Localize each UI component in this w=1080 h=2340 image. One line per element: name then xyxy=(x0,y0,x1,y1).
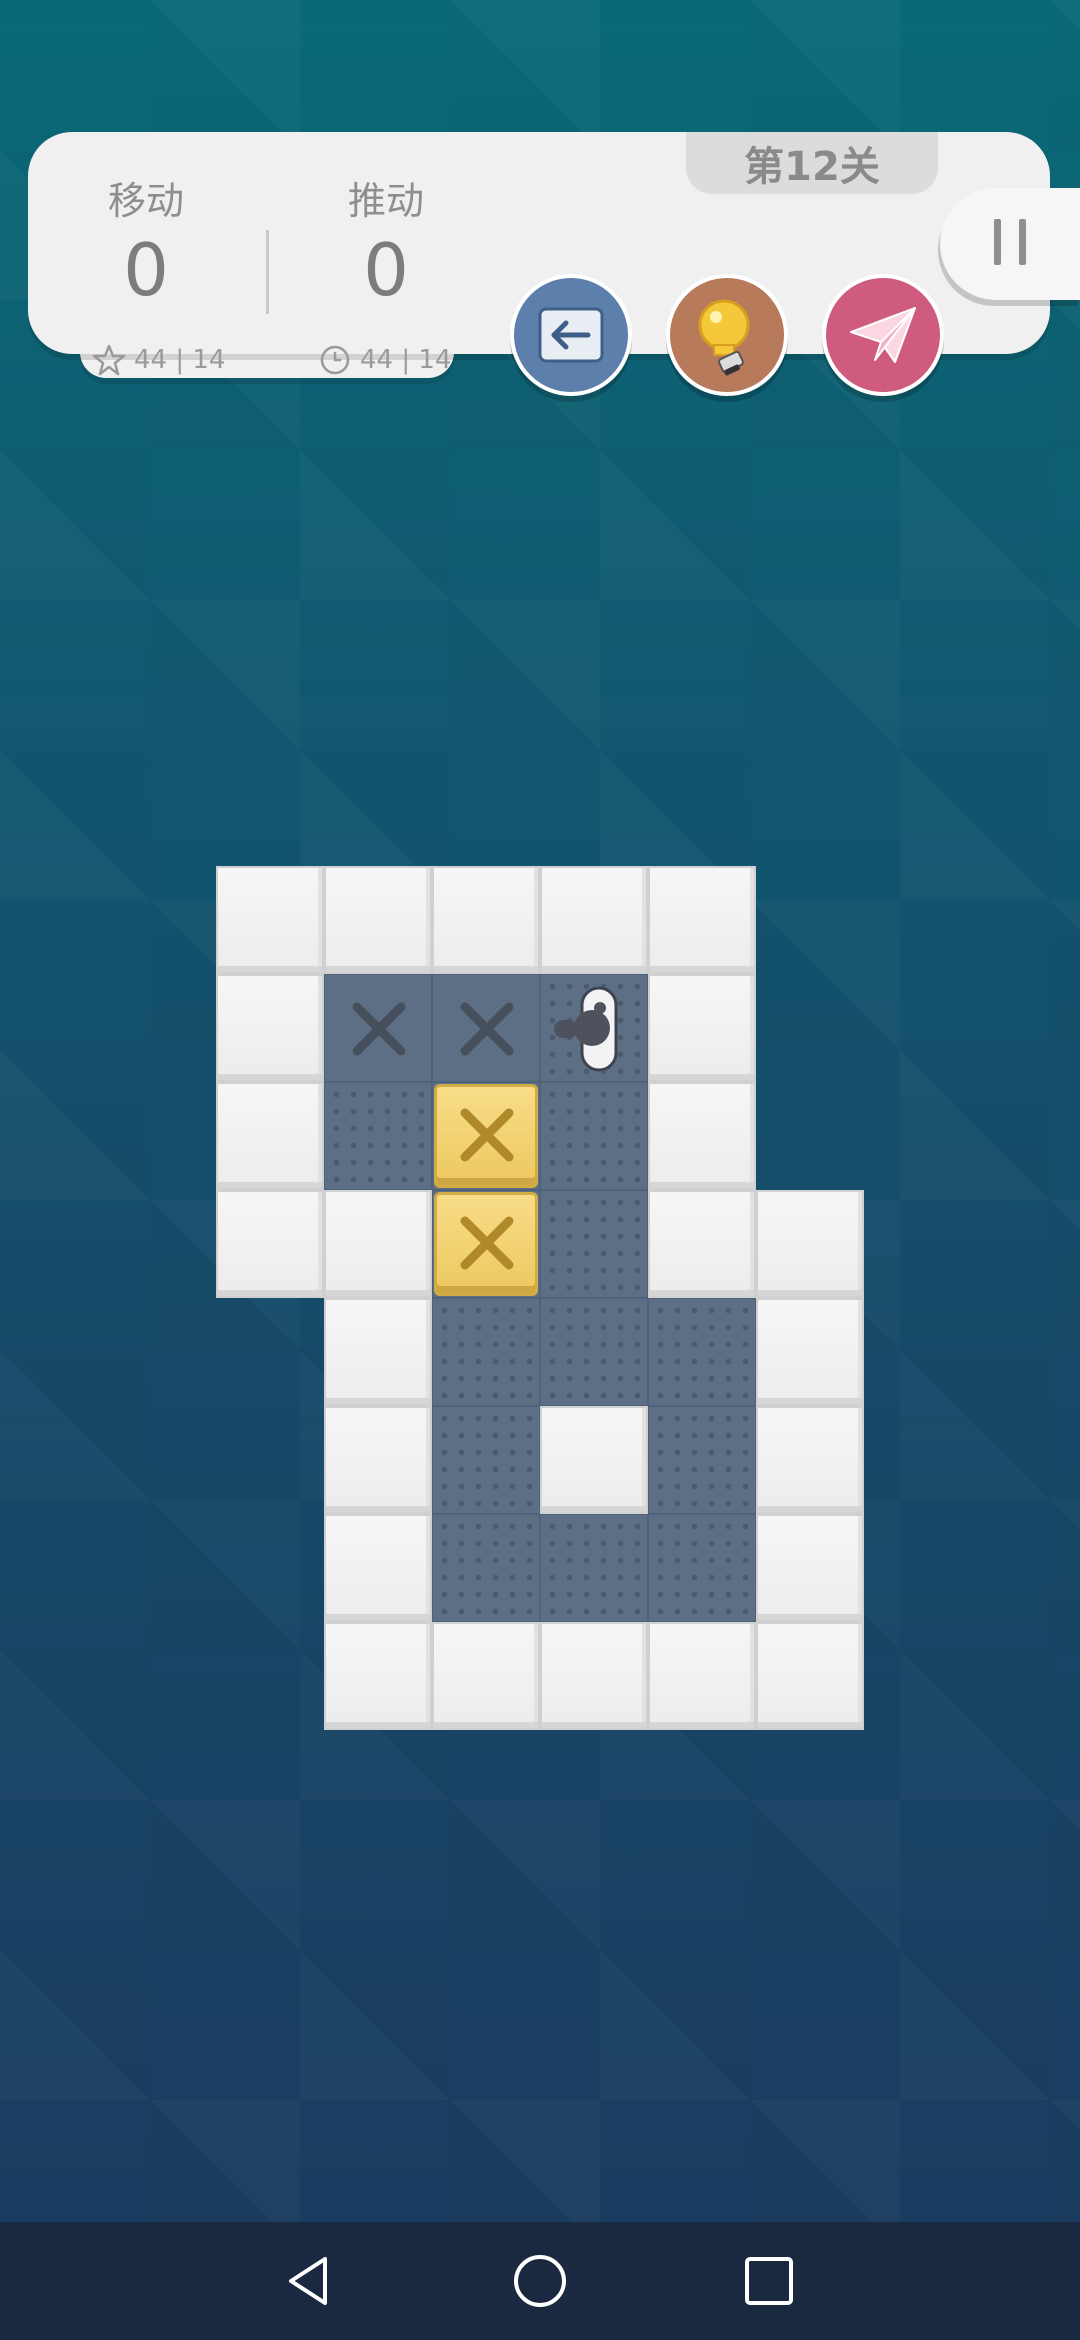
floor-tile[interactable] xyxy=(432,1514,540,1622)
nav-back-icon xyxy=(289,2257,327,2305)
wall-tile xyxy=(756,1622,864,1730)
wall-tile xyxy=(324,1514,432,1622)
wall-tile xyxy=(216,974,324,1082)
crate-on-goal[interactable] xyxy=(434,1192,538,1296)
wall-tile xyxy=(324,1406,432,1514)
nav-home-icon xyxy=(514,2255,566,2307)
system-nav-bar xyxy=(0,2222,1080,2340)
wall-tile xyxy=(432,866,540,974)
wall-tile xyxy=(216,866,324,974)
wall-tile xyxy=(756,1298,864,1406)
player-character[interactable] xyxy=(540,974,648,1082)
nav-recents-icon xyxy=(745,2257,793,2305)
wall-tile xyxy=(648,1190,756,1298)
wall-tile xyxy=(216,1082,324,1190)
crate-mark-icon xyxy=(460,1216,514,1270)
nav-recents-button[interactable] xyxy=(734,2246,804,2316)
floor-tile[interactable] xyxy=(540,1514,648,1622)
goal-mark-icon xyxy=(352,1002,406,1056)
wall-tile xyxy=(756,1514,864,1622)
wall-tile xyxy=(216,1190,324,1298)
goal-mark-icon xyxy=(460,1002,514,1056)
floor-tile[interactable] xyxy=(648,1406,756,1514)
wall-tile xyxy=(540,1406,648,1514)
nav-back-button[interactable] xyxy=(274,2246,344,2316)
goal-tile[interactable] xyxy=(324,974,432,1082)
floor-tile[interactable] xyxy=(432,1406,540,1514)
crate-mark-icon xyxy=(460,1108,514,1162)
floor-tile[interactable] xyxy=(648,1514,756,1622)
floor-tile[interactable] xyxy=(540,1298,648,1406)
crate-on-goal[interactable] xyxy=(434,1084,538,1188)
floor-tile[interactable] xyxy=(540,1190,648,1298)
wall-tile xyxy=(540,1622,648,1730)
wall-tile xyxy=(756,1406,864,1514)
floor-tile[interactable] xyxy=(648,1298,756,1406)
wall-tile xyxy=(648,1622,756,1730)
wall-tile xyxy=(648,974,756,1082)
wall-tile xyxy=(324,1298,432,1406)
wall-tile xyxy=(324,1190,432,1298)
wall-tile xyxy=(324,866,432,974)
wall-tile xyxy=(540,866,648,974)
wall-tile xyxy=(324,1622,432,1730)
game-board xyxy=(0,0,1080,2340)
wall-tile xyxy=(432,1622,540,1730)
wall-tile xyxy=(648,866,756,974)
wall-tile xyxy=(648,1082,756,1190)
nav-home-button[interactable] xyxy=(505,2246,575,2316)
floor-tile[interactable] xyxy=(324,1082,432,1190)
player-icon xyxy=(554,986,618,1072)
goal-tile[interactable] xyxy=(432,974,540,1082)
floor-tile[interactable] xyxy=(540,1082,648,1190)
floor-tile[interactable] xyxy=(432,1298,540,1406)
wall-tile xyxy=(756,1190,864,1298)
